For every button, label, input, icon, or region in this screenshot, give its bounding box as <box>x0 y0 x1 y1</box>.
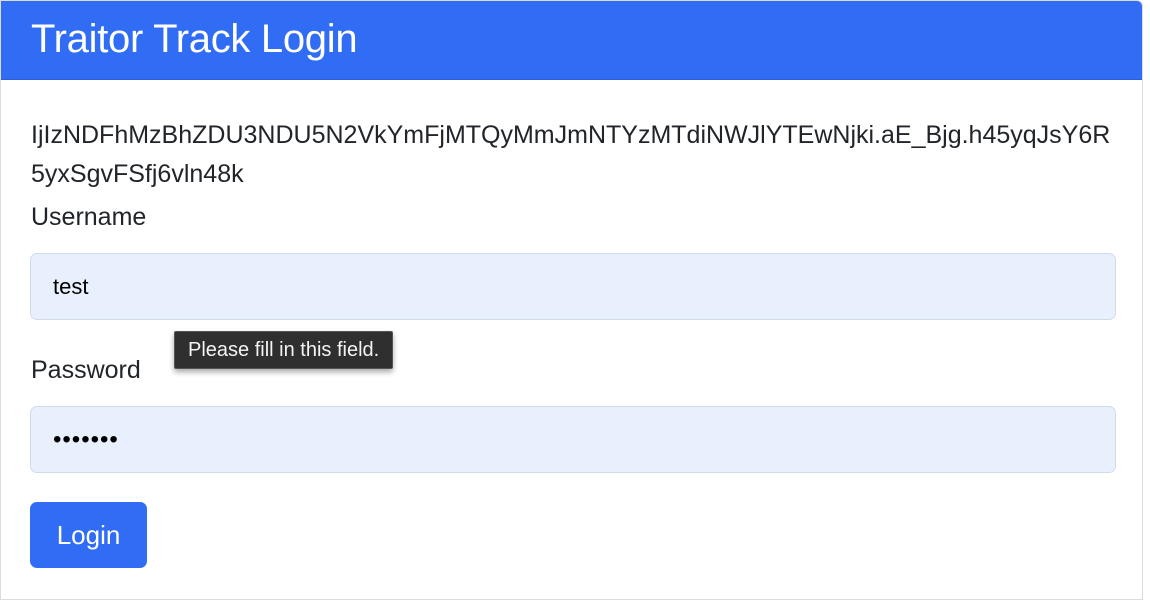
login-card: Traitor Track Login IjIzNDFhMzBhZDU3NDU5… <box>0 0 1143 600</box>
username-label: Username <box>31 203 147 231</box>
username-input[interactable] <box>30 253 1116 320</box>
password-label: Password <box>31 356 141 384</box>
validation-tooltip: Please fill in this field. <box>174 331 394 369</box>
card-header: Traitor Track Login <box>1 1 1142 80</box>
password-input[interactable] <box>30 406 1116 473</box>
csrf-token-text: IjIzNDFhMzBhZDU3NDU5N2VkYmFjMTQyMmJmNTYz… <box>31 121 1111 188</box>
page-title: Traitor Track Login <box>31 17 358 61</box>
login-button[interactable]: Login <box>30 502 147 568</box>
